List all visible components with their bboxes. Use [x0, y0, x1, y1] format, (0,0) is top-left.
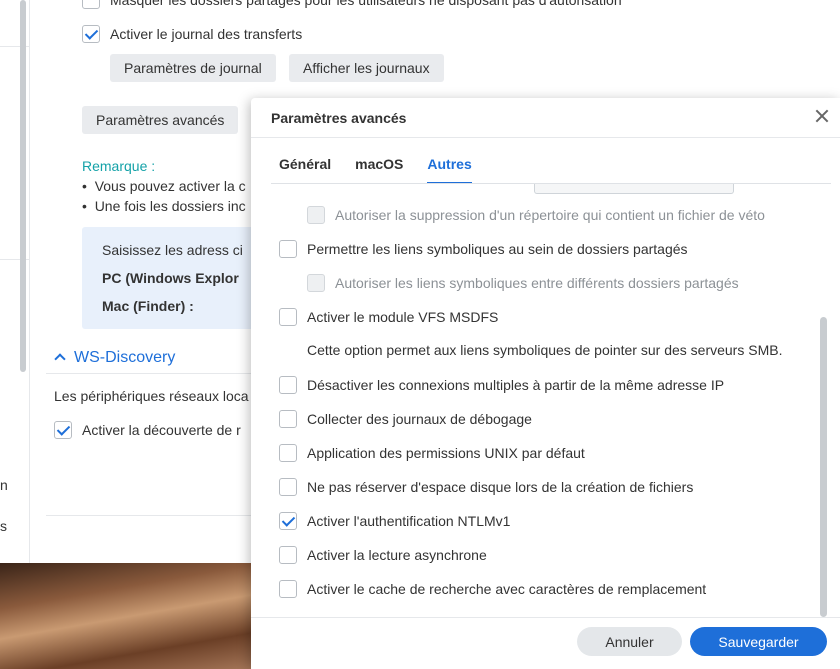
- advanced-settings-dialog: Paramètres avancés Général macOS Autres …: [251, 98, 840, 669]
- partial-input-field[interactable]: [534, 184, 734, 194]
- chevron-up-icon: [54, 353, 66, 365]
- enable-ws-discovery-checkbox[interactable]: [54, 421, 72, 439]
- option-debug-logs[interactable]: Collecter des journaux de débogage: [279, 409, 532, 429]
- options-scroll-area[interactable]: Autoriser la suppression d'un répertoire…: [251, 184, 840, 616]
- option-checkbox[interactable]: [279, 512, 297, 530]
- log-settings-button[interactable]: Paramètres de journal: [110, 54, 276, 82]
- dialog-tabs: Général macOS Autres: [279, 156, 473, 184]
- hide-shared-folders-label: Masquer les dossiers partagés pour les u…: [110, 0, 622, 8]
- enable-transfer-log-label: Activer le journal des transferts: [110, 26, 303, 42]
- panel-divider: [46, 515, 256, 516]
- mac-address-label: Mac (Finder) :: [102, 298, 194, 314]
- dialog-header-divider: [251, 137, 840, 138]
- option-label: Activer la lecture asynchrone: [307, 547, 487, 563]
- option-async-read[interactable]: Activer la lecture asynchrone: [279, 545, 487, 565]
- tab-others[interactable]: Autres: [427, 156, 473, 184]
- option-label: Désactiver les connexions multiples à pa…: [307, 377, 725, 393]
- option-label: Activer l'authentification NTLMv1: [307, 513, 511, 529]
- note-bullet: • Vous pouvez activer la c: [82, 178, 246, 194]
- option-wildcard-search-cache[interactable]: Activer le cache de recherche avec carac…: [279, 579, 706, 599]
- pc-address-label: PC (Windows Explor: [102, 270, 239, 286]
- option-symlinks-within-shares[interactable]: Permettre les liens symboliques au sein …: [279, 239, 688, 259]
- enable-transfer-log-checkbox[interactable]: [82, 25, 100, 43]
- option-checkbox[interactable]: [307, 274, 325, 292]
- option-label: Application des permissions UNIX par déf…: [307, 445, 585, 461]
- dialog-title: Paramètres avancés: [271, 110, 407, 126]
- note-bullet: • Une fois les dossiers inc: [82, 198, 246, 214]
- tab-macos[interactable]: macOS: [355, 156, 403, 184]
- option-label: Permettre les liens symboliques au sein …: [307, 241, 688, 257]
- ws-discovery-description: Les périphériques réseaux loca: [54, 388, 249, 404]
- sidebar-scrollbar[interactable]: [20, 0, 26, 372]
- msdfs-description: Cette option permet aux liens symbolique…: [307, 342, 783, 358]
- option-checkbox[interactable]: [307, 206, 325, 224]
- option-checkbox[interactable]: [279, 376, 297, 394]
- option-label: Activer le module VFS MSDFS: [307, 309, 499, 325]
- option-checkbox[interactable]: [279, 240, 297, 258]
- advanced-settings-button[interactable]: Paramètres avancés: [82, 106, 239, 134]
- option-label: Collecter des journaux de débogage: [307, 411, 532, 427]
- show-logs-button[interactable]: Afficher les journaux: [289, 54, 444, 82]
- note-title: Remarque :: [82, 158, 156, 174]
- option-label: Activer le cache de recherche avec carac…: [307, 581, 707, 597]
- option-checkbox[interactable]: [279, 546, 297, 564]
- close-icon[interactable]: [814, 108, 830, 124]
- option-unix-permissions[interactable]: Application des permissions UNIX par déf…: [279, 443, 585, 463]
- option-label: Autoriser les liens symboliques entre di…: [335, 275, 739, 291]
- address-info-text: Saisissez les adress ci: [102, 242, 243, 258]
- ws-discovery-title: WS-Discovery: [74, 349, 176, 366]
- tab-general[interactable]: Général: [279, 156, 331, 184]
- sidebar-item-fragment[interactable]: s: [0, 518, 7, 534]
- enable-ws-discovery-label: Activer la découverte de r: [82, 422, 241, 438]
- option-checkbox[interactable]: [279, 478, 297, 496]
- save-button[interactable]: Sauvegarder: [690, 627, 827, 656]
- option-vfs-msdfs[interactable]: Activer le module VFS MSDFS: [279, 307, 498, 327]
- option-checkbox[interactable]: [279, 580, 297, 598]
- option-symlinks-across-shares[interactable]: Autoriser les liens symboliques entre di…: [307, 273, 739, 293]
- option-disable-multi-connections[interactable]: Désactiver les connexions multiples à pa…: [279, 375, 724, 395]
- dialog-scrollbar[interactable]: [820, 317, 827, 617]
- option-checkbox[interactable]: [279, 444, 297, 462]
- option-veto-delete[interactable]: Autoriser la suppression d'un répertoire…: [307, 205, 765, 225]
- option-label: Ne pas réserver d'espace disque lors de …: [307, 479, 694, 495]
- option-ntlmv1-auth[interactable]: Activer l'authentification NTLMv1: [279, 511, 510, 531]
- section-divider: [46, 373, 256, 374]
- option-label: Autoriser la suppression d'un répertoire…: [335, 207, 765, 223]
- hide-shared-folders-checkbox[interactable]: [82, 0, 100, 9]
- option-checkbox[interactable]: [279, 308, 297, 326]
- ws-discovery-section-header[interactable]: WS-Discovery: [54, 349, 175, 367]
- option-no-disk-reservation[interactable]: Ne pas réserver d'espace disque lors de …: [279, 477, 693, 497]
- cancel-button[interactable]: Annuler: [577, 627, 682, 656]
- dialog-footer-divider: [251, 617, 840, 618]
- sidebar-item-fragment[interactable]: n: [0, 477, 8, 493]
- option-checkbox[interactable]: [279, 410, 297, 428]
